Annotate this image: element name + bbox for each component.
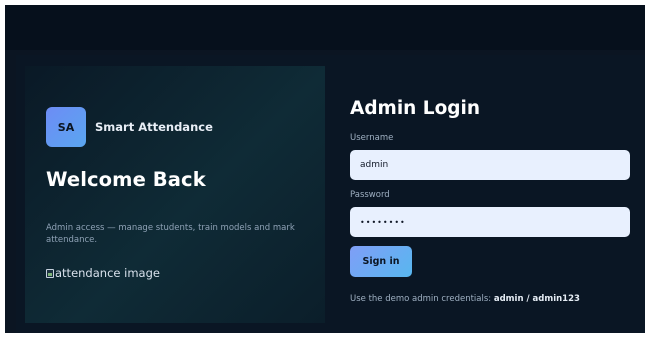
login-panel: Admin Login Username Password Sign in Us… [350,55,640,333]
hint-credentials: admin / admin123 [493,294,580,304]
welcome-panel: SA Smart Attendance Welcome Back Admin a… [25,66,325,323]
brand-logo: SA [46,107,86,147]
password-label: Password [350,190,390,200]
image-alt-text: attendance image [55,266,160,280]
hint-text: Use the demo admin credentials: [350,294,494,304]
app-viewport: SA Smart Attendance Welcome Back Admin a… [5,5,645,333]
sign-in-button[interactable]: Sign in [350,246,412,277]
demo-credentials-hint: Use the demo admin credentials: admin / … [350,294,580,304]
username-input[interactable] [350,150,630,180]
username-label: Username [350,133,394,143]
welcome-heading: Welcome Back [46,168,206,191]
attendance-image: attendance image [46,266,160,280]
broken-image-icon [46,268,54,278]
login-title: Admin Login [350,98,481,119]
welcome-description: Admin access — manage students, train mo… [46,223,295,245]
brand-name: Smart Attendance [95,120,213,134]
login-card: SA Smart Attendance Welcome Back Admin a… [16,55,645,333]
brand: SA Smart Attendance [46,107,213,147]
password-input[interactable] [350,207,630,237]
top-bar [5,5,645,50]
